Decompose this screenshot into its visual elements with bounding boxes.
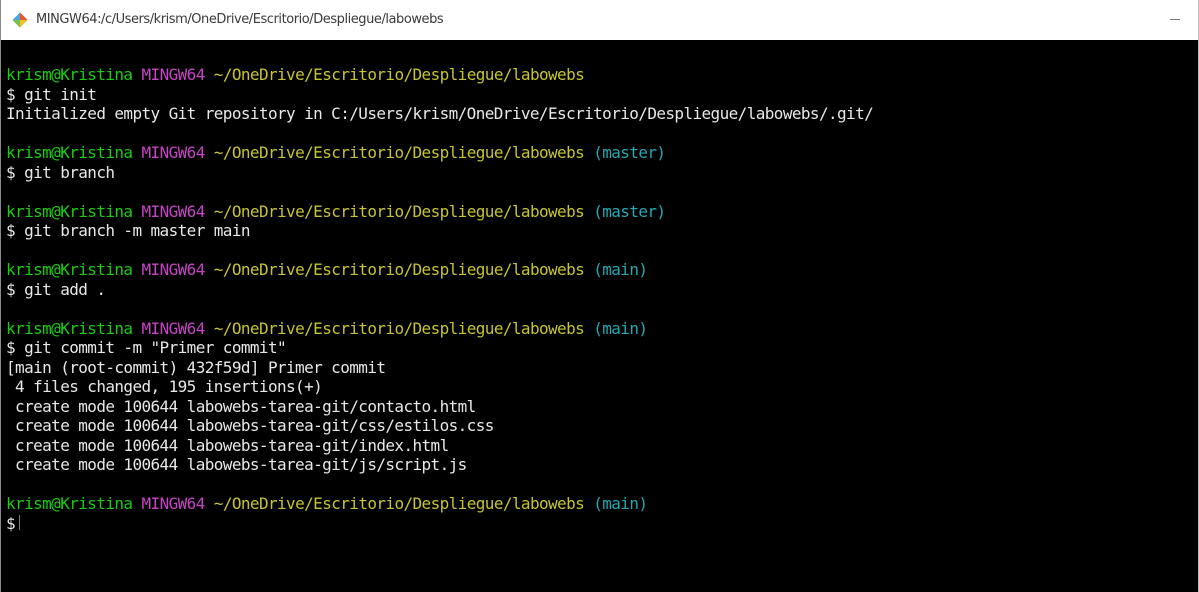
command-line: $ git init xyxy=(6,85,873,105)
command-text: $ xyxy=(6,513,16,533)
command-line: $ git add . xyxy=(6,280,873,300)
prompt-branch: (master) xyxy=(593,201,666,221)
command-line: $ git commit -m "Primer commit" xyxy=(6,338,873,358)
prompt-branch: (main) xyxy=(593,260,648,279)
prompt-line: krism@Kristina MINGW64 ~/OneDrive/Escrit… xyxy=(6,260,873,280)
terminal-window: MINGW64:/c/Users/krism/OneDrive/Escritor… xyxy=(0,0,1199,592)
prompt-user-host: krism@Kristina xyxy=(6,65,133,84)
prompt-line: krism@Kristina MINGW64 ~/OneDrive/Escrit… xyxy=(6,202,873,222)
terminal-output[interactable]: krism@Kristina MINGW64 ~/OneDrive/Escrit… xyxy=(1,40,1198,592)
title-bar[interactable]: MINGW64:/c/Users/krism/OneDrive/Escritor… xyxy=(1,0,1198,40)
prompt-path: ~/OneDrive/Escritorio/Despliegue/laboweb… xyxy=(213,143,585,162)
prompt-line: krism@Kristina MINGW64 ~/OneDrive/Escrit… xyxy=(6,143,873,163)
minimize-button[interactable] xyxy=(1152,0,1198,40)
output-line: create mode 100644 labowebs-tarea-git/co… xyxy=(6,396,476,416)
output-line: create mode 100644 labowebs-tarea-git/js… xyxy=(6,455,467,474)
text-cursor xyxy=(19,515,21,530)
prompt-user-host: krism@Kristina xyxy=(6,143,133,162)
command-text: $ git commit -m "Primer commit" xyxy=(6,338,287,357)
prompt-user-host: krism@Kristina xyxy=(6,318,133,338)
prompt-shell: MINGW64 xyxy=(141,143,206,162)
command-text: $ git add . xyxy=(6,279,106,299)
command-text: $ git branch xyxy=(6,162,115,182)
git-bash-icon xyxy=(12,12,28,28)
prompt-user-host: krism@Kristina xyxy=(6,494,133,513)
prompt-path: ~/OneDrive/Escritorio/Despliegue/laboweb… xyxy=(213,318,585,338)
output-line: 4 files changed, 195 insertions(+) xyxy=(6,377,323,396)
prompt-shell: MINGW64 xyxy=(141,65,206,84)
prompt-line: krism@Kristina MINGW64 ~/OneDrive/Escrit… xyxy=(6,494,873,514)
prompt-branch: (main) xyxy=(593,494,648,513)
output-line: Initialized empty Git repository in C:/U… xyxy=(6,104,874,123)
output-line: create mode 100644 labowebs-tarea-git/in… xyxy=(6,435,449,455)
prompt-branch: (main) xyxy=(593,318,648,338)
command-line: $ git branch xyxy=(6,163,873,183)
prompt-path: ~/OneDrive/Escritorio/Despliegue/laboweb… xyxy=(213,260,585,279)
prompt-line: krism@Kristina MINGW64 ~/OneDrive/Escrit… xyxy=(6,319,873,339)
prompt-shell: MINGW64 xyxy=(141,494,206,513)
prompt-user-host: krism@Kristina xyxy=(6,201,133,221)
prompt-path: ~/OneDrive/Escritorio/Despliegue/laboweb… xyxy=(213,201,585,221)
output-line: [main (root-commit) 432f59d] Primer comm… xyxy=(6,357,386,377)
prompt-shell: MINGW64 xyxy=(141,318,206,338)
prompt-branch: (master) xyxy=(593,143,666,162)
command-text: $ git branch -m master main xyxy=(6,221,250,240)
prompt-line: krism@Kristina MINGW64 ~/OneDrive/Escrit… xyxy=(6,65,873,85)
prompt-shell: MINGW64 xyxy=(141,201,206,221)
command-line: $ git branch -m master main xyxy=(6,221,873,241)
prompt-path: ~/OneDrive/Escritorio/Despliegue/laboweb… xyxy=(213,494,585,513)
output-line: create mode 100644 labowebs-tarea-git/cs… xyxy=(6,416,494,435)
command-text: $ git init xyxy=(6,84,97,104)
prompt-path: ~/OneDrive/Escritorio/Despliegue/laboweb… xyxy=(213,65,585,84)
minimize-icon xyxy=(1170,18,1180,20)
command-line[interactable]: $ xyxy=(6,514,873,534)
window-title: MINGW64:/c/Users/krism/OneDrive/Escritor… xyxy=(36,12,444,27)
terminal-content: krism@Kristina MINGW64 ~/OneDrive/Escrit… xyxy=(6,65,874,534)
prompt-user-host: krism@Kristina xyxy=(6,260,133,279)
prompt-shell: MINGW64 xyxy=(141,260,206,279)
